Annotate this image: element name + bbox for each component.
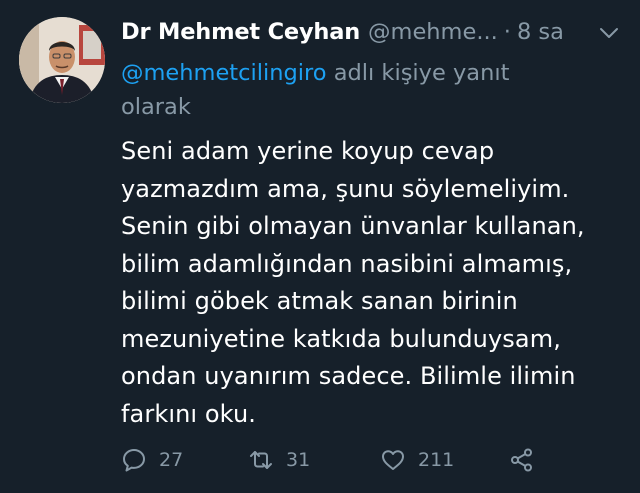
tweet-text-line: ondan uyanırım sadece. Bilimle ilimin (121, 362, 576, 390)
chevron-down-icon[interactable] (596, 22, 622, 44)
reply-context-text-2: olarak (121, 94, 191, 120)
separator-dot: · (503, 19, 511, 45)
tweet-text-line: Seni adam yerine koyup cevap (121, 137, 495, 165)
share-button[interactable] (509, 443, 535, 477)
tweet-text-line: farkını oku. (121, 399, 256, 428)
reply-button[interactable]: 27 (121, 443, 183, 477)
like-count: 211 (418, 449, 455, 471)
tweet-text-line: bilimi göbek atmak sanan birinin (121, 287, 518, 315)
retweet-count: 31 (286, 449, 311, 471)
display-name[interactable]: Dr Mehmet Ceyhan (121, 19, 360, 45)
retweet-icon (248, 447, 274, 473)
user-handle[interactable]: @mehme... (368, 19, 498, 45)
reply-context-text: adlı kişiye yanıt (326, 60, 510, 86)
tweet-text-line: yazmazdım ama, şunu söylemeliyim. (121, 174, 570, 203)
tweet-actions: 27 31 211 (121, 443, 541, 477)
tweet-text-line: mezuniyetine katkıda bulunduysam, (121, 324, 561, 353)
reply-mention-link[interactable]: @mehmetcilingiro (121, 60, 327, 86)
tweet-text: Seni adam yerine koyup cevap yazmazdım a… (121, 133, 621, 433)
tweet-text-line: Senin gibi olmayan ünvanlar kullanan, (121, 212, 585, 240)
tweet-text-line: bilim adamlığından nasibini almamış, (121, 249, 573, 278)
reply-count: 27 (159, 449, 184, 471)
avatar-photo (19, 17, 105, 103)
tweet[interactable]: Dr Mehmet Ceyhan @mehme... · 8 sa @mehme… (0, 0, 640, 493)
share-icon (509, 447, 535, 473)
like-button[interactable]: 211 (380, 443, 454, 477)
tweet-header: Dr Mehmet Ceyhan @mehme... · 8 sa (121, 14, 626, 50)
timestamp[interactable]: 8 sa (517, 19, 564, 45)
heart-icon (380, 447, 406, 473)
reply-context: @mehmetcilingiro adlı kişiye yanıt olara… (121, 56, 591, 124)
retweet-button[interactable]: 31 (248, 443, 310, 477)
avatar[interactable] (19, 17, 105, 103)
reply-icon (121, 447, 147, 473)
